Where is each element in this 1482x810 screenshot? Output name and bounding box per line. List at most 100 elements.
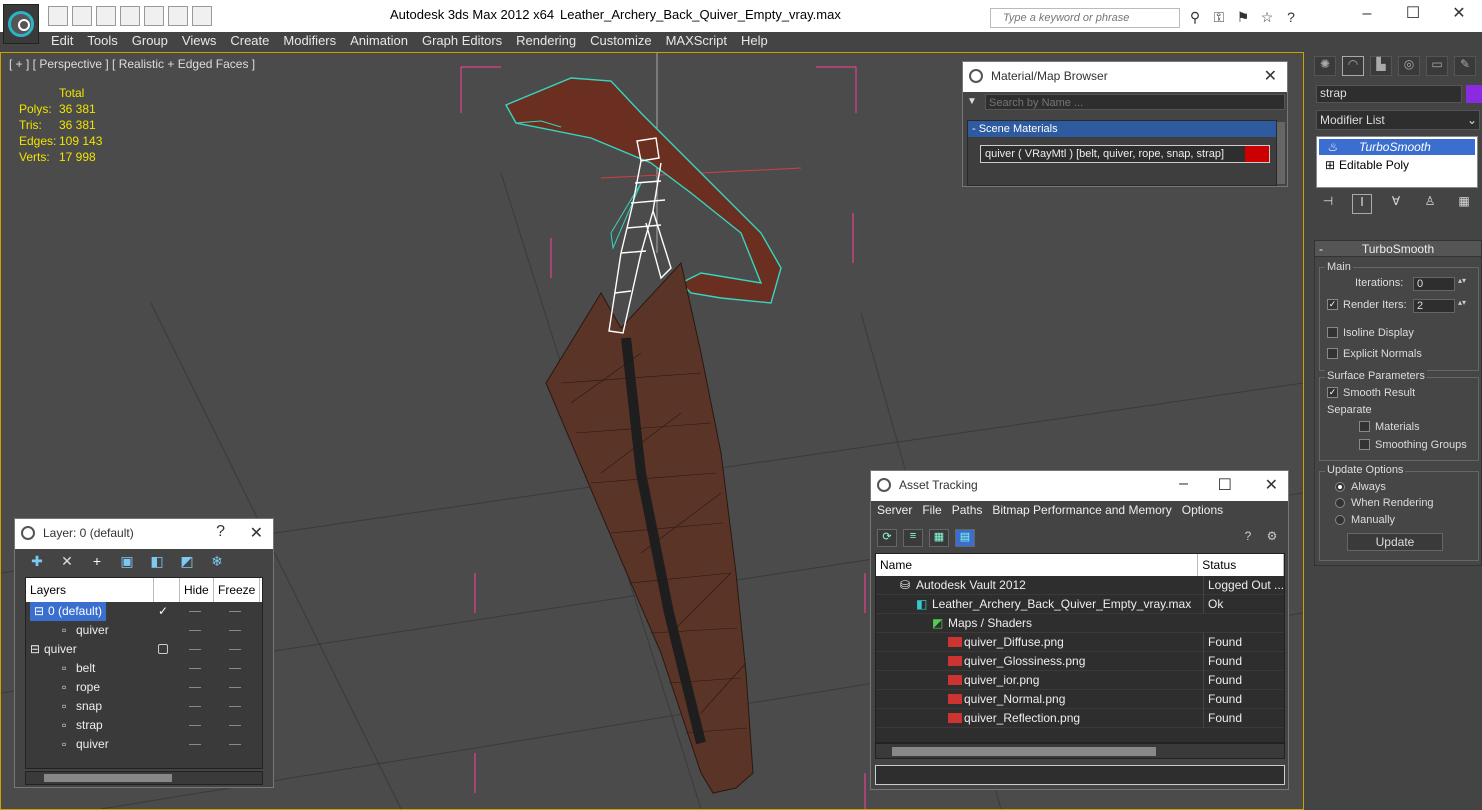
viewport-label[interactable]: [ + ] [ Perspective ] [ Realistic + Edge… bbox=[9, 57, 255, 71]
list-view-icon[interactable]: ≡ bbox=[903, 529, 923, 547]
hide-all-icon[interactable]: ◩ bbox=[177, 553, 197, 573]
minimize-button[interactable]: – bbox=[1344, 0, 1390, 30]
close-icon[interactable]: ✕ bbox=[1265, 475, 1278, 495]
isoline-display-checkbox[interactable] bbox=[1327, 327, 1338, 338]
freeze-toggle[interactable] bbox=[229, 611, 241, 612]
open-file-icon[interactable] bbox=[72, 6, 92, 26]
undo-icon[interactable] bbox=[120, 6, 140, 26]
smooth-result-checkbox[interactable]: ✓ bbox=[1327, 387, 1338, 398]
always-radio[interactable] bbox=[1335, 482, 1345, 492]
stack-item-editable-poly[interactable]: ⊞ Editable Poly bbox=[1319, 157, 1409, 173]
hierarchy-tab-icon[interactable]: ▙ bbox=[1370, 56, 1392, 76]
hide-toggle[interactable] bbox=[189, 744, 201, 745]
scroll-thumb[interactable] bbox=[892, 747, 1156, 756]
freeze-toggle[interactable] bbox=[229, 725, 241, 726]
maximize-button[interactable]: ☐ bbox=[1218, 475, 1232, 495]
options-dropdown-icon[interactable]: ▼ bbox=[967, 96, 977, 107]
menu-rendering[interactable]: Rendering bbox=[509, 32, 583, 50]
layer-row[interactable]: ▫ rope bbox=[26, 678, 262, 697]
update-button[interactable]: Update bbox=[1347, 533, 1443, 551]
layer-row[interactable]: ▫ strap bbox=[26, 716, 262, 735]
scroll-thumb[interactable] bbox=[44, 774, 172, 782]
object-color-swatch[interactable] bbox=[1466, 85, 1482, 103]
layer-row[interactable]: ▫ belt bbox=[26, 659, 262, 678]
close-icon[interactable]: ✕ bbox=[250, 523, 263, 543]
scene-materials-header[interactable]: - Scene Materials bbox=[968, 121, 1276, 137]
show-end-result-icon[interactable]: Ⅰ bbox=[1352, 194, 1372, 214]
col-current[interactable] bbox=[154, 578, 180, 602]
menu-group[interactable]: Group bbox=[125, 32, 175, 50]
layer-row[interactable]: ▫ quiver bbox=[26, 621, 262, 640]
rollout-header[interactable]: - TurboSmooth bbox=[1315, 241, 1481, 257]
col-layers[interactable]: Layers bbox=[26, 578, 154, 602]
utilities-tab-icon[interactable]: ✎ bbox=[1454, 56, 1476, 76]
remove-modifier-icon[interactable]: ♙ bbox=[1420, 194, 1440, 214]
maximize-button[interactable]: ☐ bbox=[1390, 0, 1436, 30]
freeze-toggle[interactable] bbox=[229, 630, 241, 631]
menu-create[interactable]: Create bbox=[223, 32, 276, 50]
menu-tools[interactable]: Tools bbox=[80, 32, 124, 50]
subscription-icon[interactable]: ⚿ bbox=[1210, 8, 1228, 26]
hide-toggle[interactable] bbox=[189, 630, 201, 631]
layer-row[interactable]: ⊟ 0 (default) ✓ bbox=[26, 602, 262, 621]
layer-hscrollbar[interactable] bbox=[25, 771, 263, 785]
collapse-icon[interactable]: ⊟ bbox=[30, 640, 40, 659]
col-hide[interactable]: Hide bbox=[180, 578, 214, 602]
menu-edit[interactable]: Edit bbox=[44, 32, 80, 50]
hide-toggle[interactable] bbox=[189, 668, 201, 669]
search-input[interactable] bbox=[1003, 9, 1173, 27]
material-entry[interactable]: quiver ( VRayMtl ) [belt, quiver, rope, … bbox=[980, 145, 1270, 163]
asset-row[interactable]: quiver_Reflection.png Found bbox=[876, 709, 1284, 728]
modify-tab-icon[interactable]: ◠ bbox=[1342, 56, 1364, 76]
minimize-button[interactable]: – bbox=[1179, 475, 1188, 493]
menu-bitmap-performance[interactable]: Bitmap Performance and Memory bbox=[992, 503, 1171, 517]
render-iters-checkbox[interactable]: ✓ bbox=[1327, 299, 1338, 310]
table-view-icon[interactable]: ▤ bbox=[955, 529, 975, 547]
expand-icon[interactable]: ⊞ bbox=[1325, 157, 1335, 173]
display-tab-icon[interactable]: ▭ bbox=[1426, 56, 1448, 76]
col-freeze[interactable]: Freeze bbox=[214, 578, 260, 602]
when-rendering-radio[interactable] bbox=[1335, 498, 1345, 508]
thumbnail-view-icon[interactable]: ▦ bbox=[929, 529, 949, 547]
hide-toggle[interactable] bbox=[189, 611, 201, 612]
menu-views[interactable]: Views bbox=[175, 32, 223, 50]
material-search-input[interactable] bbox=[986, 97, 1276, 109]
asset-row[interactable]: quiver_Glossiness.png Found bbox=[876, 652, 1284, 671]
current-layer-check-icon[interactable]: ✓ bbox=[158, 602, 168, 621]
menu-server[interactable]: Server bbox=[877, 503, 912, 517]
menu-customize[interactable]: Customize bbox=[583, 32, 658, 50]
layer-manager-titlebar[interactable]: Layer: 0 (default) ? ✕ bbox=[15, 519, 273, 549]
freeze-all-icon[interactable]: ❄ bbox=[207, 553, 227, 573]
layer-row[interactable]: ▫ snap bbox=[26, 697, 262, 716]
hide-toggle[interactable] bbox=[189, 649, 201, 650]
settings-icon[interactable]: ⚙ bbox=[1264, 529, 1280, 545]
modifier-list-dropdown[interactable]: Modifier List ⌄ bbox=[1316, 110, 1480, 130]
col-status[interactable]: Status bbox=[1198, 554, 1284, 576]
smoothing-groups-checkbox[interactable] bbox=[1359, 439, 1370, 450]
configure-sets-icon[interactable]: ▦ bbox=[1454, 194, 1474, 214]
stack-item-turbosmooth[interactable]: ♨ TurboSmooth bbox=[1319, 139, 1475, 155]
asset-hscrollbar[interactable] bbox=[875, 743, 1285, 759]
communication-icon[interactable]: ⚑ bbox=[1234, 8, 1252, 26]
select-objects-icon[interactable]: ▣ bbox=[117, 553, 137, 573]
quick-access-dropdown-icon[interactable] bbox=[192, 6, 212, 26]
asset-row[interactable]: quiver_Normal.png Found bbox=[876, 690, 1284, 709]
menu-help[interactable]: Help bbox=[734, 32, 775, 50]
explicit-normals-checkbox[interactable] bbox=[1327, 348, 1338, 359]
close-window-button[interactable]: ✕ bbox=[1436, 0, 1482, 30]
favorites-icon[interactable]: ☆ bbox=[1258, 8, 1276, 26]
object-name-input[interactable] bbox=[1317, 86, 1457, 100]
project-folder-icon[interactable] bbox=[168, 6, 188, 26]
highlight-layer-icon[interactable]: ◧ bbox=[147, 553, 167, 573]
asset-row[interactable]: quiver_Diffuse.png Found bbox=[876, 633, 1284, 652]
save-file-icon[interactable] bbox=[96, 6, 116, 26]
new-file-icon[interactable] bbox=[48, 6, 68, 26]
asset-row[interactable]: ◩ Maps / Shaders bbox=[876, 614, 1284, 633]
delete-layer-icon[interactable]: ✕ bbox=[57, 553, 77, 573]
help-icon[interactable]: ? bbox=[1282, 8, 1300, 26]
material-browser-scrollbar[interactable] bbox=[1277, 122, 1285, 184]
freeze-toggle[interactable] bbox=[229, 687, 241, 688]
redo-icon[interactable] bbox=[144, 6, 164, 26]
material-browser-titlebar[interactable]: Material/Map Browser ✕ bbox=[963, 62, 1287, 92]
menu-paths[interactable]: Paths bbox=[952, 503, 983, 517]
